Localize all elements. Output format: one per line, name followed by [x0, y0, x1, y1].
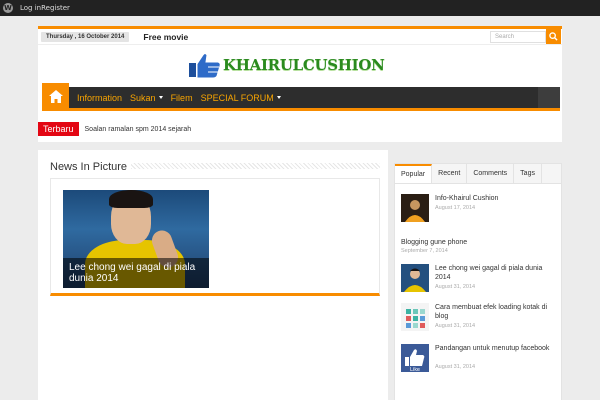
nav-label-sukan: Sukan: [130, 92, 156, 103]
search-button[interactable]: [546, 29, 561, 44]
chevron-down-icon: [158, 96, 163, 99]
ticker-label: Terbaru: [38, 122, 79, 136]
wordpress-logo-icon[interactable]: W: [0, 0, 16, 16]
tab-popular[interactable]: Popular: [395, 164, 433, 183]
sidebar-tabs-widget: Popular Recent Comments Tags Info-Khairu…: [394, 163, 562, 400]
home-icon: [48, 89, 63, 103]
news-in-picture-box: Lee chong wei gagal di piala dunia 2014: [50, 178, 380, 296]
top-menu-free-movie[interactable]: Free movie: [143, 32, 188, 42]
list-item[interactable]: Info-Khairul Cushion August 17, 2014: [401, 194, 557, 224]
featured-picture[interactable]: Lee chong wei gagal di piala dunia 2014: [63, 190, 209, 288]
post-date: September 7, 2014: [401, 248, 448, 254]
nav-item-sukan[interactable]: Sukan: [130, 93, 163, 103]
login-link[interactable]: Log in: [20, 4, 41, 12]
post-thumbnail[interactable]: [401, 194, 429, 222]
post-title[interactable]: Lee chong wei gagal di piala dunia 2014: [435, 264, 555, 282]
loading-grid-icon: [401, 303, 429, 331]
nav-label-information: Information: [77, 92, 123, 103]
list-item[interactable]: Lee chong wei gagal di piala dunia 2014 …: [401, 264, 557, 294]
svg-text:Like: Like: [410, 367, 420, 372]
profile-image-icon: [401, 194, 429, 222]
post-date: August 17, 2014: [435, 205, 476, 211]
nav-label-special-forum: SPECIAL FORUM: [200, 92, 274, 103]
nav-item-special-forum[interactable]: SPECIAL FORUM: [201, 93, 281, 103]
post-thumbnail[interactable]: Like: [401, 344, 429, 373]
tab-recent[interactable]: Recent: [432, 164, 468, 183]
nav-item-information[interactable]: Information: [77, 93, 122, 103]
post-thumbnail[interactable]: [401, 264, 429, 292]
search-input[interactable]: Search: [490, 31, 546, 43]
facebook-like-icon: Like: [401, 344, 429, 373]
section-title-text: News In Picture: [50, 161, 132, 173]
ticker-headline[interactable]: Soalan ramalan spm 2014 sejarah: [85, 126, 192, 133]
section-title: News In Picture: [50, 161, 380, 173]
picture-caption[interactable]: Lee chong wei gagal di piala dunia 2014: [63, 258, 209, 288]
post-date: August 31, 2014: [435, 284, 476, 290]
post-title[interactable]: Info-Khairul Cushion: [435, 194, 555, 203]
home-button[interactable]: [42, 82, 69, 110]
list-item[interactable]: Like Pandangan untuk menutup facebook Au…: [401, 344, 557, 374]
nav-item-filem[interactable]: Filem: [171, 93, 193, 103]
current-date: Thursday , 16 October 2014: [41, 31, 130, 42]
nav-random-button[interactable]: [538, 87, 560, 108]
widget-tabs: Popular Recent Comments Tags: [395, 164, 561, 184]
chevron-down-icon: [276, 96, 281, 99]
thumbs-up-icon: [189, 53, 221, 79]
post-title[interactable]: Cara membuat efek loading kotak di blog: [435, 303, 555, 321]
post-thumbnail[interactable]: [401, 303, 429, 331]
search-icon: [549, 32, 558, 41]
top-bar: Thursday , 16 October 2014 Free movie Se…: [38, 29, 562, 45]
tab-tags[interactable]: Tags: [514, 164, 542, 183]
nav-label-filem: Filem: [170, 92, 193, 103]
post-date: August 31, 2014: [435, 364, 476, 370]
tab-comments[interactable]: Comments: [467, 164, 515, 183]
main-content: News In Picture Lee chong wei gagal di p…: [38, 150, 388, 400]
register-link[interactable]: Register: [41, 4, 70, 12]
player-image-icon: [401, 264, 429, 292]
picture-hair: [109, 190, 153, 208]
news-ticker: Terbaru Soalan ramalan spm 2014 sejarah: [38, 120, 562, 138]
site-logo[interactable]: KHAIRULCUSHION: [188, 51, 385, 79]
main-navigation: Information Sukan Filem SPECIAL FORUM: [42, 82, 560, 111]
logo-area: KHAIRULCUSHION: [38, 45, 562, 85]
post-title[interactable]: Pandangan untuk menutup facebook: [435, 344, 555, 353]
post-date: August 31, 2014: [435, 323, 476, 329]
list-item[interactable]: Cara membuat efek loading kotak di blog …: [401, 303, 557, 333]
admin-bar: W Log in Register: [0, 0, 600, 16]
logo-text: KHAIRULCUSHION: [223, 56, 385, 74]
post-title[interactable]: Blogging gune phone: [401, 238, 521, 247]
